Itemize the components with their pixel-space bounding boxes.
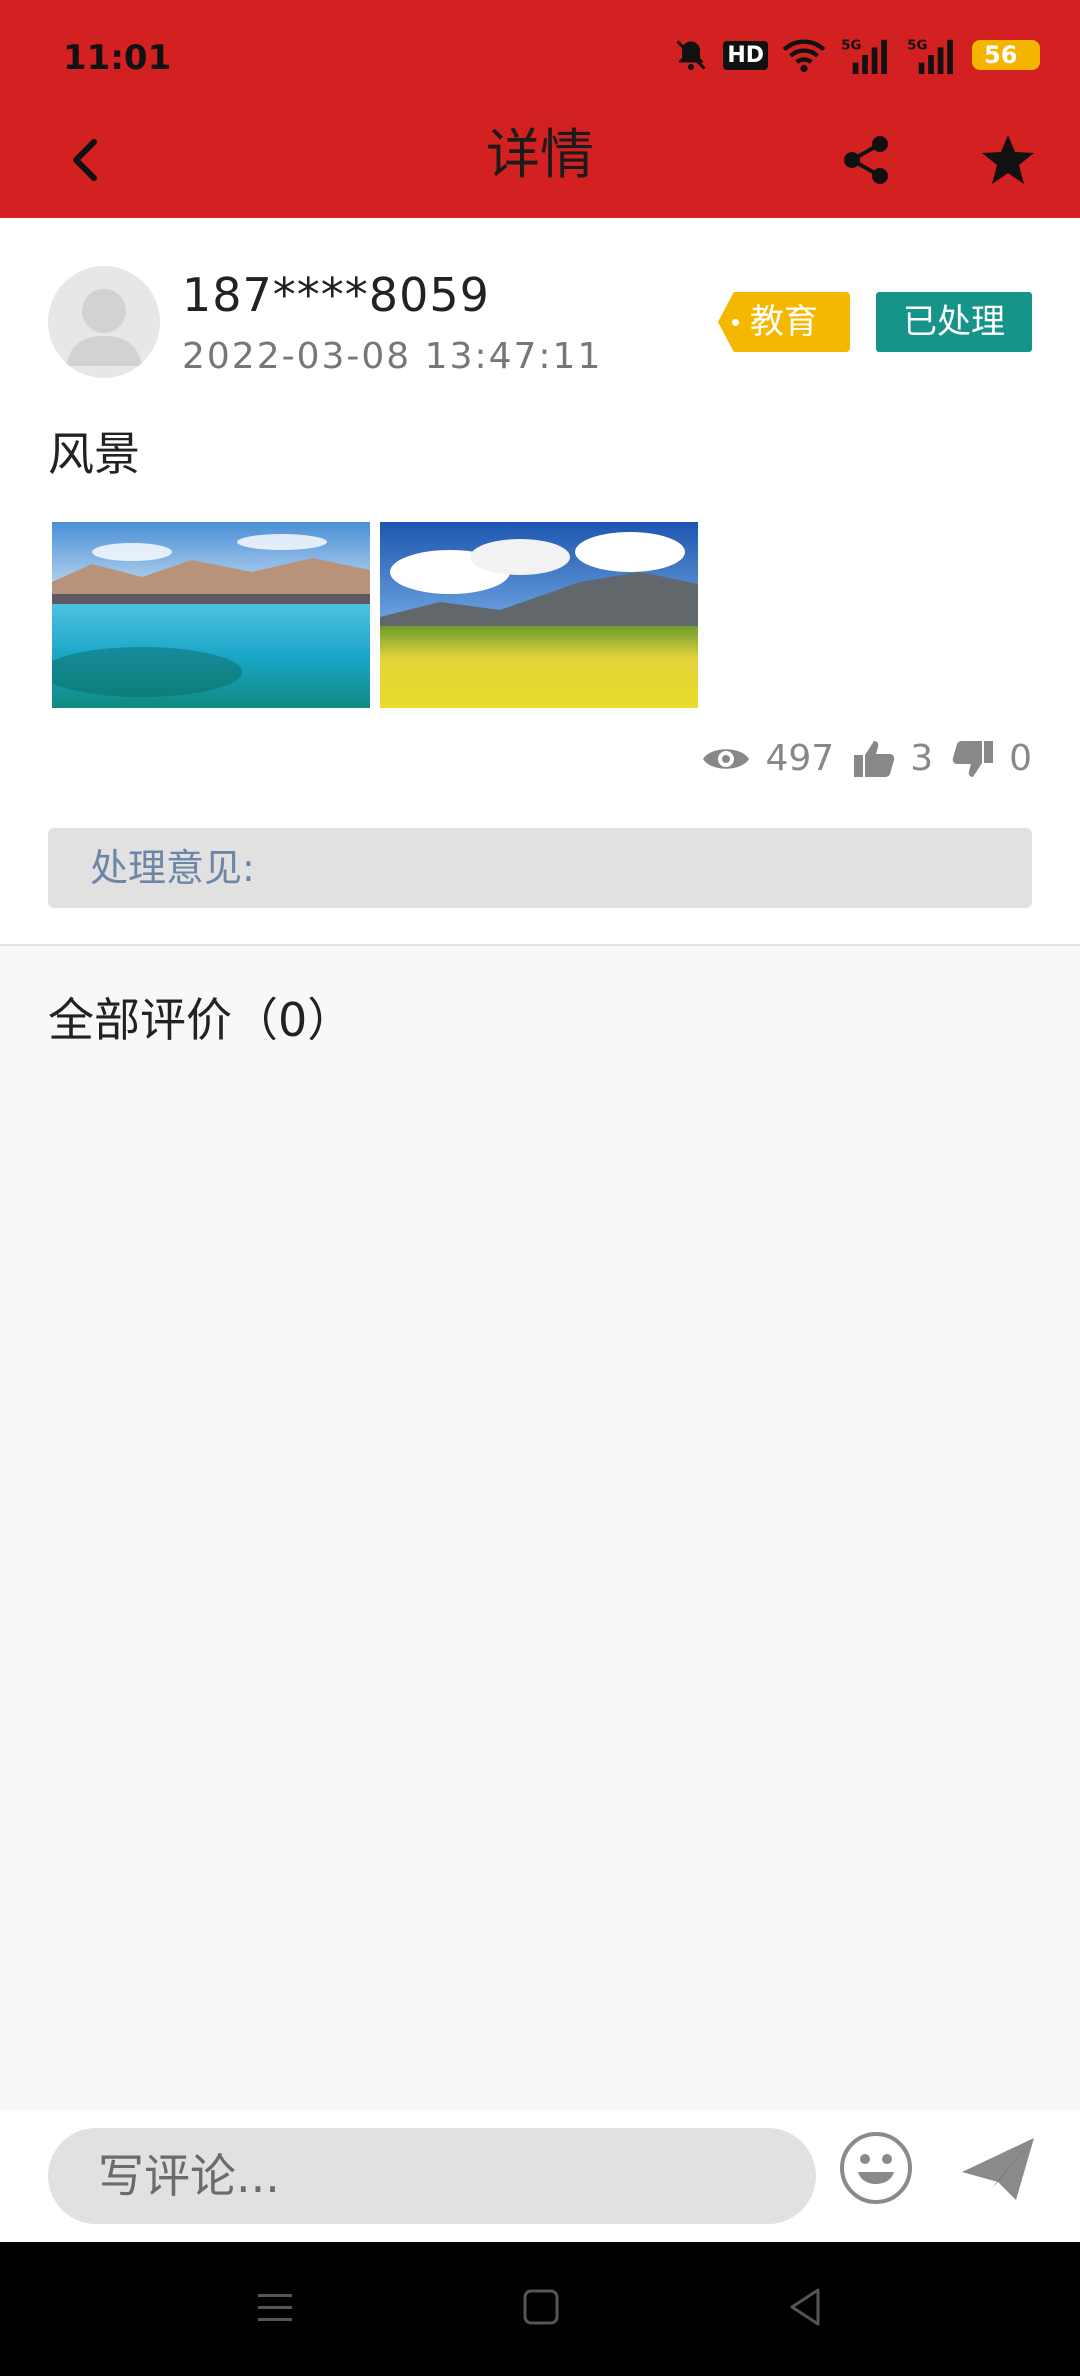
menu-icon[interactable] (250, 2282, 300, 2332)
eye-icon (703, 748, 750, 769)
comments-title: 全部评价（0） (48, 993, 354, 1047)
views-stat: 497 (701, 738, 834, 779)
mute-bell-icon (676, 40, 706, 70)
signal-5g-icon: 5G (907, 38, 953, 74)
share-icon[interactable] (838, 130, 894, 190)
battery-icon: 56 (972, 40, 1040, 70)
post-text: 风景 (48, 427, 140, 481)
post-image-field[interactable] (380, 522, 698, 708)
post-card: 187****8059 2022-03-08 13:47:11 教育 已处理 风… (0, 218, 1080, 946)
app-header: 11:01 HD 5G 5G 56 详情 (0, 0, 1080, 218)
post-image-lake[interactable] (52, 522, 370, 708)
app-root: 11:01 HD 5G 5G 56 详情 187****8059 2022-03… (0, 0, 1080, 2376)
processing-opinion: 处理意见: (48, 828, 1032, 908)
back-nav-icon[interactable] (780, 2282, 830, 2332)
status-time: 11:01 (63, 38, 172, 78)
post-datetime: 2022-03-08 13:47:11 (182, 336, 603, 377)
signal-5g-icon: 5G (841, 38, 887, 74)
wifi-icon (782, 39, 826, 73)
thumbs-up-icon (854, 740, 895, 777)
avatar[interactable] (48, 266, 160, 378)
system-nav-bar (0, 2242, 1080, 2376)
status-icons: HD 5G 5G 56 (673, 36, 1040, 74)
status-badge: 已处理 (876, 292, 1032, 352)
likes-count: 3 (910, 738, 934, 779)
page-title: 详情 (486, 123, 594, 186)
username: 187****8059 (182, 268, 490, 322)
emoji-icon[interactable] (838, 2130, 914, 2206)
hd-icon: HD (723, 40, 768, 70)
dislike-button[interactable]: 0 (951, 738, 1032, 779)
views-count: 497 (765, 738, 835, 779)
category-tag: 教育 (718, 292, 850, 352)
comment-input[interactable] (48, 2128, 816, 2224)
thumbs-down-icon (952, 740, 994, 777)
post-stats: 497 3 0 (701, 738, 1032, 779)
dislikes-count: 0 (1009, 738, 1032, 779)
home-icon[interactable] (516, 2282, 566, 2332)
send-icon[interactable] (958, 2128, 1038, 2208)
svg-text:5G: 5G (841, 38, 861, 53)
nav-bar: 详情 (0, 120, 1080, 218)
status-bar: 11:01 HD 5G 5G 56 (0, 0, 1080, 120)
user-avatar-icon (66, 289, 142, 366)
like-button[interactable]: 3 (852, 738, 933, 779)
comment-bar (0, 2110, 1080, 2242)
battery-level: 56 (984, 41, 1018, 69)
svg-text:5G: 5G (907, 38, 927, 53)
star-icon[interactable] (978, 130, 1038, 190)
